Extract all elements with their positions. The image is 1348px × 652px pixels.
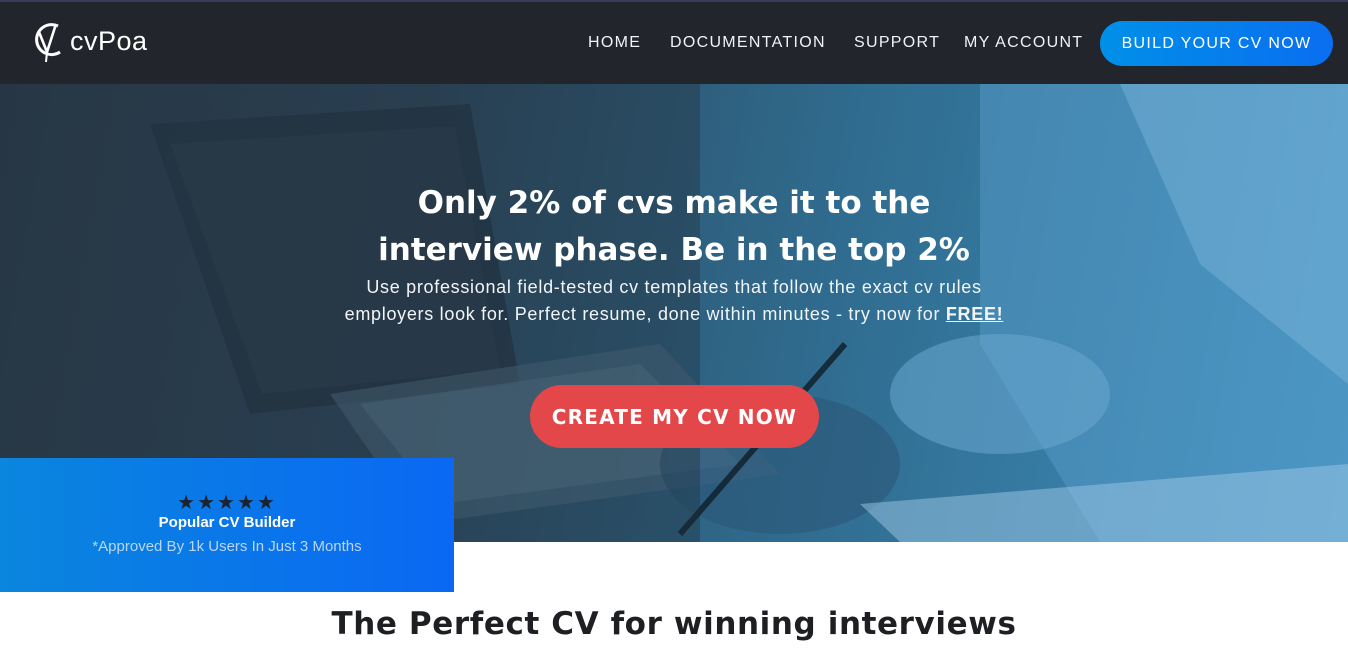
- hero-description: Use professional field-tested cv templat…: [340, 274, 1008, 328]
- nav-support-link[interactable]: SUPPORT: [854, 34, 940, 52]
- nav-home-link[interactable]: HOME: [588, 34, 641, 52]
- build-cv-button[interactable]: BUILD YOUR CV NOW: [1100, 21, 1333, 66]
- five-star-rating-icon: ★★★★★: [177, 492, 277, 514]
- section-heading: The Perfect CV for winning interviews: [331, 606, 1017, 642]
- brand-name: cvPoa: [70, 25, 148, 56]
- badge-title: Popular CV Builder: [158, 514, 296, 531]
- brand-logo[interactable]: cvPoa: [30, 18, 148, 64]
- cv-monogram-icon: [35, 23, 61, 63]
- nav-my-account-link[interactable]: MY ACCOUNT: [964, 34, 1083, 52]
- nav-documentation-link[interactable]: DOCUMENTATION: [670, 34, 826, 52]
- free-link[interactable]: FREE!: [946, 304, 1004, 324]
- create-cv-button[interactable]: CREATE MY CV NOW: [530, 385, 819, 448]
- badge-note: *Approved By 1k Users In Just 3 Months: [92, 538, 362, 555]
- hero-headline: Only 2% of cvs make it to the interview …: [378, 185, 970, 268]
- top-navigation-bar: cvPoa HOME DOCUMENTATION SUPPORT MY ACCO…: [0, 0, 1348, 84]
- popularity-badge: ★★★★★ Popular CV Builder *Approved By 1k…: [0, 458, 454, 592]
- hero-description-text: Use professional field-tested cv templat…: [344, 277, 982, 324]
